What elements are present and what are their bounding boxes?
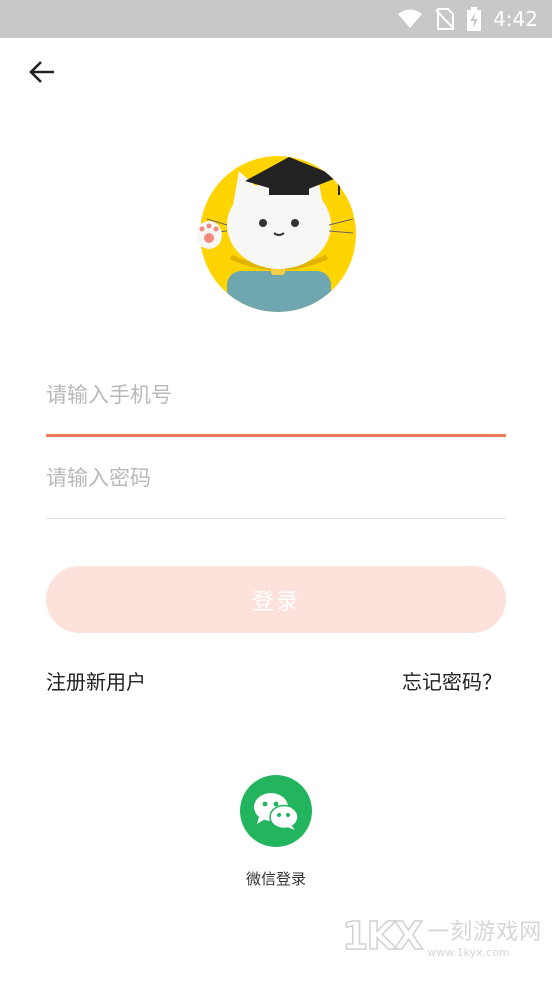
password-field: [46, 457, 506, 519]
avatar: [196, 153, 359, 315]
watermark-logo: 1KX: [341, 913, 424, 959]
register-link[interactable]: 注册新用户: [46, 666, 146, 695]
cat-graduate-mascot-icon: [196, 156, 356, 312]
watermark-url: www.1kyx.com: [427, 945, 510, 959]
wifi-icon: [398, 9, 423, 28]
back-button[interactable]: [24, 56, 60, 88]
phone-field: [46, 374, 506, 437]
watermark: 1KX 一刻游戏网 www.1kyx.com: [341, 910, 552, 962]
watermark-name: 一刻游戏网: [427, 919, 543, 945]
arrow-left-icon: [29, 61, 54, 83]
forgot-password-link[interactable]: 忘记密码？: [402, 666, 502, 695]
wechat-login-button[interactable]: [240, 775, 312, 847]
phone-input[interactable]: [46, 374, 506, 416]
status-time: 4:42: [493, 7, 538, 31]
no-sim-icon: [435, 8, 455, 30]
status-bar: 4:42: [0, 0, 552, 38]
password-input[interactable]: [46, 457, 506, 499]
wechat-login-label: 微信登录: [245, 870, 306, 888]
wechat-icon: [254, 793, 299, 830]
battery-charging-icon: [467, 7, 482, 31]
login-button[interactable]: 登录: [46, 566, 506, 633]
